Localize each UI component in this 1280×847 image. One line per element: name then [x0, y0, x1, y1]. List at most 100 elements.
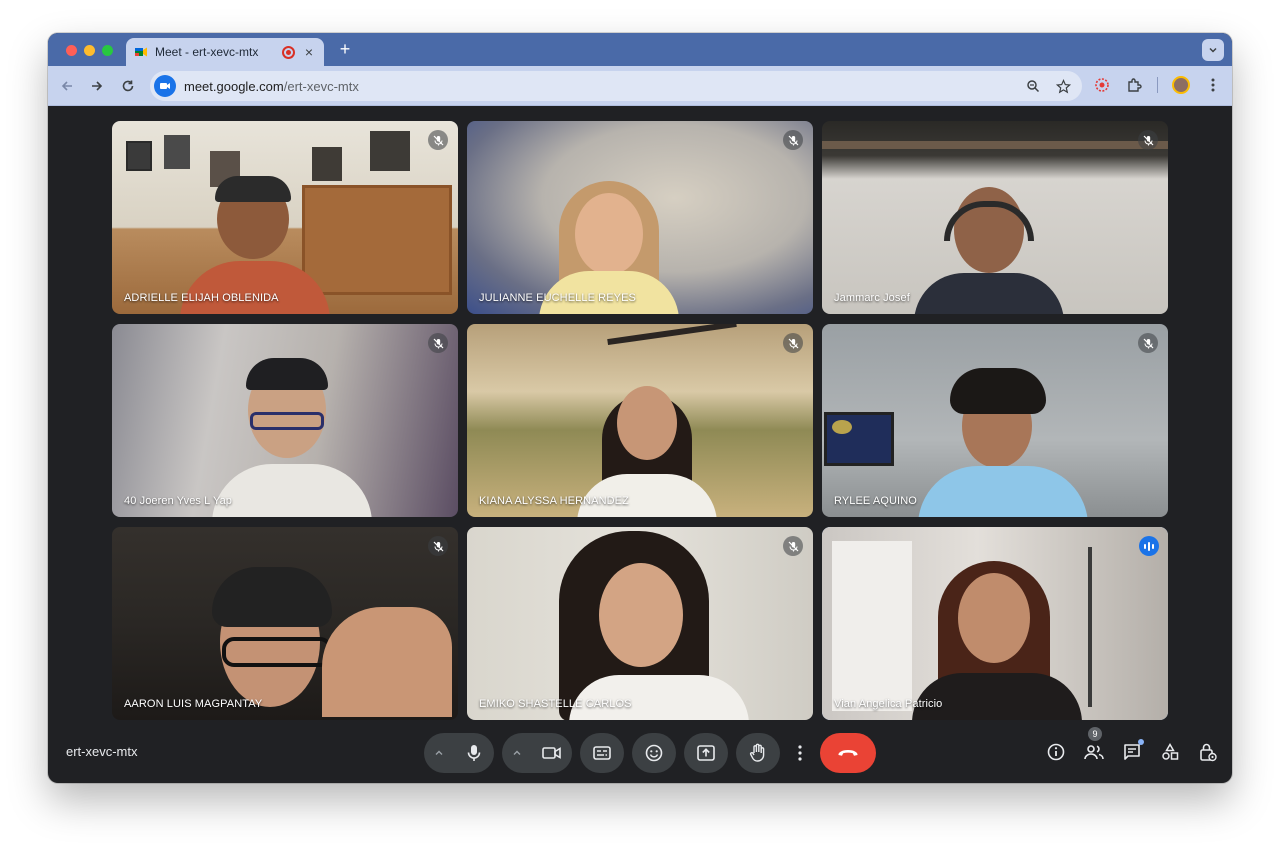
chevron-up-icon	[513, 750, 521, 755]
tab-close-button[interactable]: ×	[302, 44, 316, 60]
participant-name: Vian Angelica Patricio	[834, 698, 943, 710]
meeting-tools: 9	[1046, 727, 1218, 763]
url-path: /ert-xevc-mtx	[283, 78, 359, 94]
browser-toolbar: meet.google.com/ert-xevc-mtx	[48, 66, 1232, 106]
kebab-menu-icon[interactable]	[1204, 76, 1222, 94]
arrow-right-icon	[92, 81, 103, 91]
camera-icon	[542, 747, 561, 759]
participant-tile[interactable]: JULIANNE EUCHELLE REYES	[467, 121, 813, 314]
participant-tile-active-speaker[interactable]: Vian Angelica Patricio	[822, 527, 1168, 720]
leave-call-button[interactable]	[820, 733, 876, 773]
video-options-button[interactable]	[502, 733, 532, 773]
muted-mic-icon	[428, 130, 448, 150]
video-control-group	[502, 733, 572, 773]
toolbar-divider	[1157, 77, 1158, 93]
speaking-indicator-icon	[1139, 536, 1159, 556]
participant-tile[interactable]: RYLEE AQUINO	[822, 324, 1168, 517]
muted-mic-icon	[1138, 130, 1158, 150]
participant-tile[interactable]: AARON LUIS MAGPANTAY	[112, 527, 458, 720]
unread-dot	[1138, 739, 1144, 745]
forward-button[interactable]	[86, 75, 108, 97]
captions-button[interactable]	[580, 733, 624, 773]
participant-tile[interactable]: 40 Joeren Yves L Yap	[112, 324, 458, 517]
profile-avatar[interactable]	[1172, 76, 1190, 94]
participant-video	[467, 527, 813, 720]
participant-tile[interactable]: Jammarc Josef	[822, 121, 1168, 314]
present-icon	[697, 745, 715, 761]
zoom-window-button[interactable]	[102, 45, 113, 56]
new-tab-button[interactable]: +	[335, 39, 355, 59]
address-bar[interactable]: meet.google.com/ert-xevc-mtx	[150, 71, 1082, 101]
camera-button[interactable]	[532, 733, 572, 773]
hangup-icon	[838, 750, 858, 756]
captions-icon	[593, 746, 611, 760]
chevron-up-icon	[435, 750, 443, 755]
microphone-button[interactable]	[454, 733, 494, 773]
call-controls	[424, 733, 876, 773]
participant-tile[interactable]: EMIKO SHASTELLE CARLOS	[467, 527, 813, 720]
chevron-down-icon	[1209, 47, 1217, 53]
muted-mic-icon	[428, 536, 448, 556]
zoom-icon[interactable]	[1024, 77, 1042, 95]
url-host: meet.google.com	[184, 78, 284, 94]
activities-button[interactable]	[1160, 741, 1180, 763]
muted-mic-icon	[1138, 333, 1158, 353]
participant-tile[interactable]: KIANA ALYSSA HERNANDEZ	[467, 324, 813, 517]
participant-name: JULIANNE EUCHELLE REYES	[479, 292, 636, 304]
arrow-left-icon	[61, 81, 72, 91]
minimize-window-button[interactable]	[84, 45, 95, 56]
audio-control-group	[424, 733, 494, 773]
reload-button[interactable]	[117, 75, 139, 97]
more-options-button[interactable]	[788, 733, 812, 773]
people-icon	[1084, 745, 1104, 760]
muted-mic-icon	[783, 333, 803, 353]
raise-hand-button[interactable]	[736, 733, 780, 773]
participant-video	[467, 324, 813, 517]
more-vert-icon	[798, 745, 802, 761]
emoji-icon	[645, 744, 663, 762]
extensions-puzzle-icon[interactable]	[1125, 76, 1143, 94]
microphone-icon	[467, 745, 481, 761]
people-button[interactable]: 9	[1084, 727, 1104, 763]
host-controls-icon	[1200, 743, 1217, 762]
present-button[interactable]	[684, 733, 728, 773]
participant-video	[112, 527, 458, 720]
close-window-button[interactable]	[66, 45, 77, 56]
tab-search-button[interactable]	[1202, 39, 1224, 61]
participant-video	[112, 324, 458, 517]
tab-meet[interactable]: Meet - ert-xevc-mtx ×	[126, 38, 324, 66]
emoji-button[interactable]	[632, 733, 676, 773]
extension-record-icon[interactable]	[1093, 76, 1111, 94]
participant-name: RYLEE AQUINO	[834, 495, 917, 507]
meet-favicon-icon	[134, 45, 148, 59]
host-controls-button[interactable]	[1198, 741, 1218, 763]
tab-title: Meet - ert-xevc-mtx	[155, 45, 259, 59]
recording-indicator-icon	[282, 45, 295, 59]
muted-mic-icon	[783, 130, 803, 150]
chat-button[interactable]	[1122, 739, 1144, 763]
bookmark-star-icon[interactable]	[1054, 77, 1072, 95]
meet-camera-icon[interactable]	[154, 75, 176, 97]
activities-icon	[1162, 743, 1179, 760]
participant-video	[822, 527, 1168, 720]
participant-tile[interactable]: ADRIELLE ELIJAH OBLENIDA	[112, 121, 458, 314]
muted-mic-icon	[783, 536, 803, 556]
people-count-badge: 9	[1088, 727, 1102, 741]
participant-name: EMIKO SHASTELLE CARLOS	[479, 698, 632, 710]
participant-video	[467, 121, 813, 314]
raise-hand-icon	[749, 743, 765, 762]
meeting-code: ert-xevc-mtx	[66, 744, 138, 759]
meeting-details-button[interactable]	[1046, 741, 1066, 763]
participant-name: ADRIELLE ELIJAH OBLENIDA	[124, 292, 279, 304]
participant-name: 40 Joeren Yves L Yap	[124, 495, 233, 507]
back-button[interactable]	[56, 75, 78, 97]
participant-video	[822, 121, 1168, 314]
reload-icon	[122, 80, 134, 92]
audio-options-button[interactable]	[424, 733, 454, 773]
tab-strip: Meet - ert-xevc-mtx × +	[48, 33, 1232, 66]
participant-video	[112, 121, 458, 314]
muted-mic-icon	[428, 333, 448, 353]
browser-window: Meet - ert-xevc-mtx × + meet.google.com/…	[48, 33, 1232, 783]
url-text: meet.google.com/ert-xevc-mtx	[184, 79, 359, 94]
participant-name: Jammarc Josef	[834, 292, 910, 304]
